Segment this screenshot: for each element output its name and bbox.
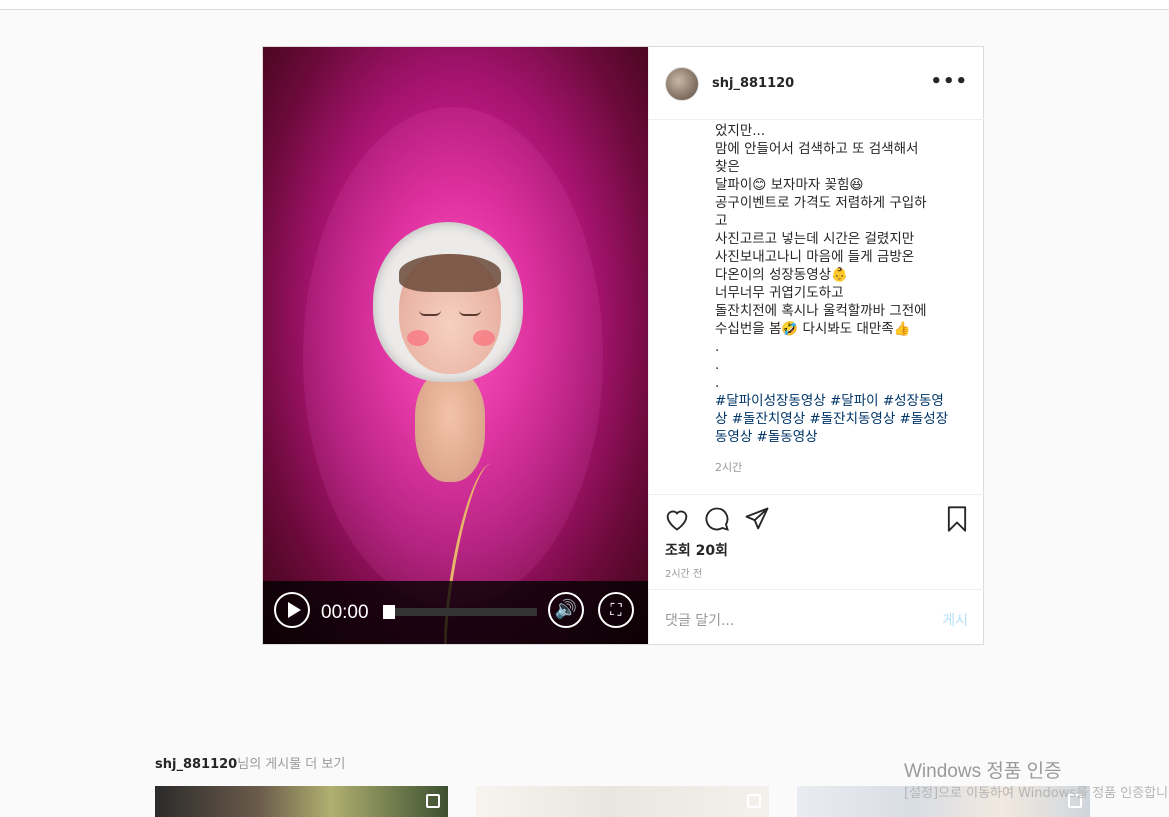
caption-line: 공구이벤트로 가격도 저렴하게 구입하: [715, 195, 927, 211]
multiple-posts-icon: [426, 794, 440, 808]
post-thumbnail[interactable]: [476, 786, 769, 817]
share-icon[interactable]: [743, 505, 771, 533]
baby-body: [415, 372, 485, 482]
caption-line: .: [715, 339, 720, 355]
video-time: 00:00: [321, 602, 369, 623]
baby-cheek: [473, 330, 495, 346]
caption-hashtags[interactable]: #달파이성장동영상 #달파이 #성장동영상 #돌잔치영상 #돌잔치동영상 #돌성…: [715, 393, 948, 445]
caption-timestamp: 2시간: [715, 461, 743, 474]
top-navigation-bar: [0, 0, 1169, 10]
windows-activation-subtitle: [설정]으로 이동하여 Windows를 정품 인증합니다.: [904, 786, 1169, 801]
play-button[interactable]: [274, 592, 310, 628]
caption-line: 돌잔치전에 혹시나 울컥할까바 그전에: [715, 303, 927, 319]
post-actions: 조회 20회 2시간 전 댓글 달기... 게시: [649, 494, 984, 638]
caption-line: .: [715, 357, 720, 373]
caption-line: 너무너무 귀엽기도하고: [715, 285, 844, 301]
caption-line: 맘에 안들어서 검색하고 또 검색해서: [715, 141, 919, 157]
caption-line: 다온이의 성장동영상👶: [715, 267, 848, 283]
baby-cheek: [407, 330, 429, 346]
caption-line: 사진보내고나니 마음에 들게 금방온: [715, 249, 915, 265]
post-username[interactable]: shj_881120: [712, 76, 794, 91]
post-sidebar: shj_881120 ••• 었지만... 맘에 안들어서 검색하고 또 검색해…: [648, 47, 984, 644]
caption-line: 사진고르고 넣는데 시간은 걸렸지만: [715, 231, 915, 247]
caption-line: 었지만...: [715, 123, 766, 139]
more-posts-heading: shj_881120님의 게시물 더 보기: [155, 753, 345, 772]
view-count[interactable]: 조회 20회: [665, 540, 728, 560]
post-caption: 었지만... 맘에 안들어서 검색하고 또 검색해서 찾은 달파이😊 보자마자 …: [715, 122, 955, 446]
post-timestamp: 2시간 전: [665, 569, 703, 580]
post-card: 00:00 🔊 ⛶ shj_881120 ••• 었지만... 맘에 안들어서 …: [262, 46, 984, 645]
caption-line: .: [715, 375, 720, 391]
avatar[interactable]: [665, 67, 699, 101]
fullscreen-icon: ⛶: [610, 600, 622, 619]
fullscreen-button[interactable]: ⛶: [598, 592, 634, 628]
caption-line: 달파이😊 보자마자 꽂힘😆: [715, 177, 864, 193]
post-header: shj_881120 •••: [649, 47, 984, 120]
baby-eye: [419, 310, 441, 316]
multiple-posts-icon: [747, 794, 761, 808]
baby-hair: [399, 254, 501, 292]
volume-button[interactable]: 🔊: [548, 592, 584, 628]
caption-line: 찾은: [715, 159, 740, 175]
post-comment-button[interactable]: 게시: [942, 610, 968, 630]
post-video[interactable]: 00:00 🔊 ⛶: [263, 47, 648, 644]
caption-line: 수십번을 봄🤣 다시봐도 대만족👍: [715, 321, 911, 337]
comment-form: 댓글 달기... 게시: [649, 589, 984, 646]
baby-illustration: [373, 222, 533, 644]
more-posts-username[interactable]: shj_881120: [155, 757, 237, 772]
post-thumbnail[interactable]: [155, 786, 448, 817]
video-seek-bar[interactable]: [383, 605, 537, 619]
comment-icon[interactable]: [703, 505, 731, 533]
more-options-button[interactable]: •••: [930, 71, 968, 92]
more-posts-suffix: 님의 게시물 더 보기: [237, 757, 346, 772]
speaker-icon: 🔊: [554, 599, 578, 620]
seek-thumb[interactable]: [383, 605, 395, 619]
windows-activation-title: Windows 정품 인증: [904, 761, 1062, 782]
comment-input[interactable]: 댓글 달기...: [665, 610, 734, 630]
caption-line: 고: [715, 213, 728, 229]
video-controls: 00:00 🔊 ⛶: [263, 581, 648, 644]
heart-icon[interactable]: [663, 505, 691, 533]
baby-eye: [459, 310, 481, 316]
bookmark-icon[interactable]: [943, 505, 971, 533]
